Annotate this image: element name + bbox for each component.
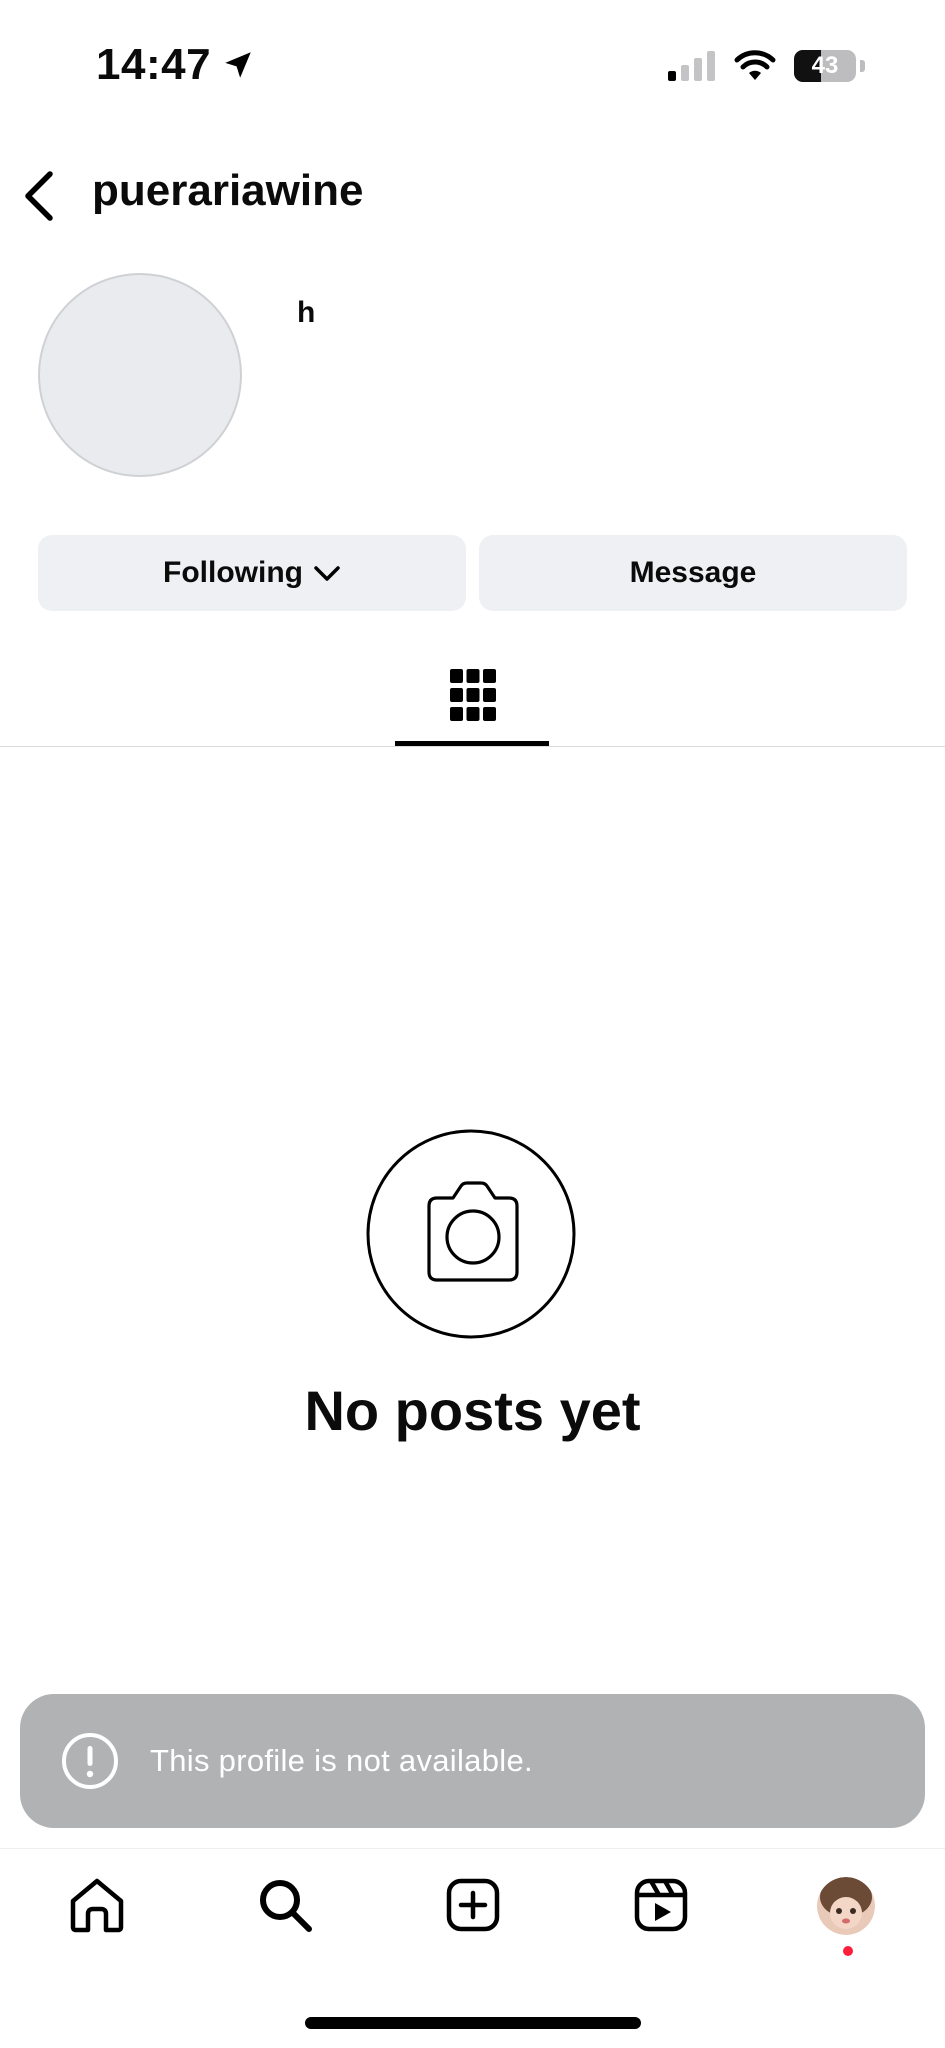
profile-display-name: h <box>297 296 316 329</box>
create-icon <box>446 1878 500 1932</box>
back-button[interactable] <box>18 168 62 224</box>
location-arrow-icon <box>221 48 255 82</box>
tab-divider <box>0 746 945 747</box>
battery-percentage: 43 <box>811 52 839 79</box>
following-button-label: Following <box>163 556 303 589</box>
status-time-text: 14:47 <box>96 40 212 89</box>
following-button[interactable]: Following <box>38 535 466 611</box>
tab-grid[interactable] <box>395 660 550 746</box>
search-icon <box>257 1877 313 1933</box>
profile-avatar-placeholder[interactable] <box>38 273 242 477</box>
cellular-signal-icon <box>668 51 716 81</box>
message-button[interactable]: Message <box>479 535 907 611</box>
notification-dot <box>843 1946 853 1956</box>
chevron-left-icon <box>22 170 58 222</box>
home-indicator[interactable] <box>305 2017 641 2029</box>
status-bar-right: 43 <box>668 50 865 82</box>
toast-notification: This profile is not available. <box>20 1694 925 1828</box>
nav-home-button[interactable] <box>67 1875 127 1935</box>
status-bar-time: 14:47 <box>96 40 255 90</box>
nav-create-button[interactable] <box>443 1875 503 1935</box>
empty-state-title: No posts yet <box>304 1379 641 1442</box>
wifi-icon <box>734 50 776 82</box>
battery-icon: 43 <box>794 50 856 82</box>
profile-username: puerariawine <box>92 166 364 215</box>
camera-icon <box>365 1128 577 1340</box>
toast-message: This profile is not available. <box>150 1743 533 1778</box>
battery-cap <box>860 60 865 72</box>
exclamation-circle-icon <box>60 1731 120 1791</box>
message-button-label: Message <box>629 556 757 589</box>
nav-profile-avatar[interactable] <box>817 1877 875 1935</box>
nav-reels-button[interactable] <box>631 1875 691 1935</box>
nav-search-button[interactable] <box>255 1875 315 1935</box>
reels-icon <box>634 1878 688 1932</box>
home-icon <box>68 1877 126 1933</box>
chevron-down-icon <box>313 563 341 583</box>
grid-icon <box>449 669 496 721</box>
bottom-nav-divider <box>0 1848 945 1849</box>
